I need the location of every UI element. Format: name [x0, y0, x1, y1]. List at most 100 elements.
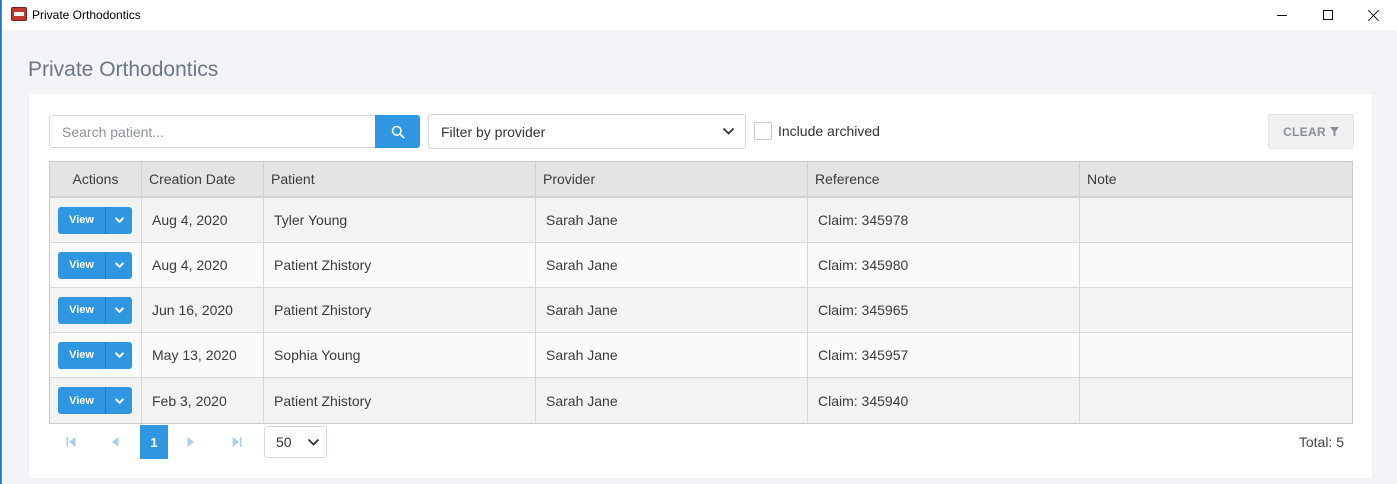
- chevron-down-icon: [307, 438, 320, 446]
- patient-cell: Sophia Young: [264, 333, 536, 377]
- provider-cell: Sarah Jane: [536, 333, 808, 377]
- pagination: 1 50 Total: 5: [49, 425, 1353, 459]
- row-actions: View: [50, 378, 142, 423]
- view-split-button[interactable]: View: [58, 206, 132, 234]
- funnel-icon: [1329, 126, 1339, 136]
- first-page-button[interactable]: [57, 425, 85, 459]
- include-archived-label: Include archived: [778, 123, 880, 139]
- creation-date-cell: Aug 4, 2020: [142, 243, 264, 287]
- last-page-button[interactable]: [223, 425, 251, 459]
- chevron-down-icon: [114, 262, 124, 269]
- provider-cell: Sarah Jane: [536, 198, 808, 242]
- column-header-provider[interactable]: Provider: [536, 162, 808, 196]
- row-actions: View: [50, 198, 142, 242]
- previous-page-button[interactable]: [101, 425, 129, 459]
- note-cell: [1080, 378, 1352, 423]
- view-menu-toggle[interactable]: [105, 251, 132, 279]
- claims-table: Actions Creation Date Patient Provider R…: [49, 161, 1353, 424]
- view-menu-toggle[interactable]: [105, 387, 132, 414]
- maximize-button[interactable]: [1305, 0, 1351, 30]
- table-row[interactable]: View Jun 16, 2020 Patient Zhistory Sarah Ja…: [50, 288, 1352, 333]
- chevron-down-icon: [114, 217, 124, 224]
- creation-date-cell: Feb 3, 2020: [142, 378, 264, 423]
- chevron-down-icon: [114, 397, 124, 404]
- view-button[interactable]: View: [58, 296, 105, 324]
- view-split-button[interactable]: View: [58, 341, 132, 369]
- previous-page-icon: [112, 437, 119, 447]
- reference-cell: Claim: 345980: [808, 243, 1080, 287]
- row-actions: View: [50, 243, 142, 287]
- view-menu-toggle[interactable]: [105, 296, 132, 324]
- app-window: Private Orthodontics Private Orthodontic…: [1, 0, 1397, 484]
- title-bar: Private Orthodontics: [2, 0, 1397, 30]
- table-body: View Aug 4, 2020 Tyler Young Sarah Jane Clai…: [50, 198, 1352, 423]
- minimize-button[interactable]: [1259, 0, 1305, 30]
- view-split-button[interactable]: View: [58, 251, 132, 279]
- column-header-creation-date[interactable]: Creation Date: [142, 162, 264, 196]
- table-row[interactable]: View May 13, 2020 Sophia Young Sarah Jane Cl…: [50, 333, 1352, 378]
- provider-filter-value: Filter by provider: [441, 123, 546, 140]
- provider-cell: Sarah Jane: [536, 243, 808, 287]
- view-button[interactable]: View: [58, 251, 105, 279]
- row-actions: View: [50, 288, 142, 332]
- table-row[interactable]: View Aug 4, 2020 Patient Zhistory Sarah Jan…: [50, 243, 1352, 288]
- patient-cell: Tyler Young: [264, 198, 536, 242]
- next-page-icon: [187, 437, 194, 447]
- view-button[interactable]: View: [58, 206, 105, 234]
- current-page-button[interactable]: 1: [140, 425, 168, 459]
- provider-cell: Sarah Jane: [536, 378, 808, 423]
- creation-date-cell: May 13, 2020: [142, 333, 264, 377]
- search-icon: [391, 125, 405, 139]
- page-title: Private Orthodontics: [28, 58, 219, 81]
- view-button[interactable]: View: [58, 341, 105, 369]
- minimize-icon: [1277, 14, 1287, 16]
- reference-cell: Claim: 345957: [808, 333, 1080, 377]
- reference-cell: Claim: 345940: [808, 378, 1080, 423]
- view-split-button[interactable]: View: [58, 387, 132, 414]
- note-cell: [1080, 198, 1352, 242]
- content-card: Filter by provider Include archived CLEA…: [29, 94, 1372, 478]
- table-header: Actions Creation Date Patient Provider R…: [50, 162, 1352, 198]
- clear-filters-button[interactable]: CLEAR: [1268, 114, 1354, 149]
- row-actions: View: [50, 333, 142, 377]
- patient-cell: Patient Zhistory: [264, 243, 536, 287]
- first-page-icon: [66, 437, 76, 447]
- page-size-select[interactable]: 50: [264, 426, 327, 458]
- table-row[interactable]: View Aug 4, 2020 Tyler Young Sarah Jane Clai…: [50, 198, 1352, 243]
- note-cell: [1080, 333, 1352, 377]
- app-logo-icon: [11, 7, 27, 21]
- provider-cell: Sarah Jane: [536, 288, 808, 332]
- column-header-note[interactable]: Note: [1080, 162, 1352, 196]
- note-cell: [1080, 288, 1352, 332]
- chevron-down-icon: [722, 127, 735, 135]
- provider-filter-select[interactable]: Filter by provider: [428, 114, 746, 149]
- search-button[interactable]: [375, 115, 420, 148]
- include-archived-toggle[interactable]: Include archived: [754, 122, 880, 140]
- search-input[interactable]: [49, 115, 375, 148]
- view-menu-toggle[interactable]: [105, 341, 132, 369]
- view-button[interactable]: View: [58, 387, 105, 414]
- table-row[interactable]: View Feb 3, 2020 Patient Zhistory Sarah Jan…: [50, 378, 1352, 423]
- note-cell: [1080, 243, 1352, 287]
- creation-date-cell: Jun 16, 2020: [142, 288, 264, 332]
- patient-cell: Patient Zhistory: [264, 378, 536, 423]
- window-title: Private Orthodontics: [32, 8, 141, 22]
- total-count: Total: 5: [1298, 434, 1344, 450]
- view-menu-toggle[interactable]: [105, 206, 132, 234]
- column-header-patient[interactable]: Patient: [264, 162, 536, 196]
- creation-date-cell: Aug 4, 2020: [142, 198, 264, 242]
- maximize-icon: [1323, 10, 1333, 20]
- close-icon: [1368, 9, 1380, 21]
- view-split-button[interactable]: View: [58, 296, 132, 324]
- page-size-value: 50: [276, 434, 292, 450]
- next-page-button[interactable]: [177, 425, 205, 459]
- close-button[interactable]: [1351, 0, 1397, 30]
- column-header-reference[interactable]: Reference: [808, 162, 1080, 196]
- clear-label: CLEAR: [1283, 124, 1326, 139]
- chevron-down-icon: [114, 307, 124, 314]
- patient-cell: Patient Zhistory: [264, 288, 536, 332]
- include-archived-checkbox[interactable]: [754, 122, 772, 140]
- column-header-actions: Actions: [50, 162, 142, 196]
- chevron-down-icon: [114, 352, 124, 359]
- last-page-icon: [232, 437, 242, 447]
